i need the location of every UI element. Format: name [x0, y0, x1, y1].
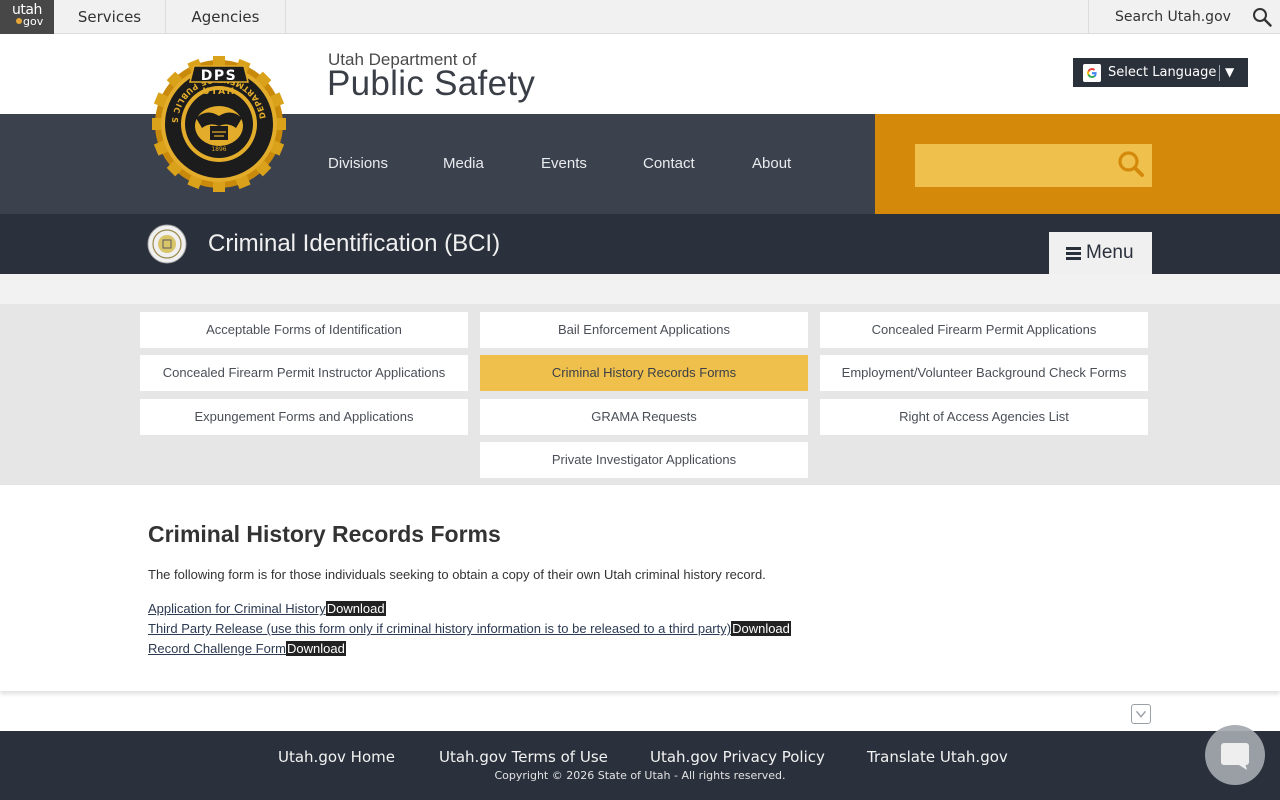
site-search-area — [875, 114, 1280, 214]
language-separator — [1219, 65, 1220, 81]
utah-gov-search-label: Search Utah.gov — [1115, 9, 1231, 25]
hamburger-icon — [1066, 247, 1081, 260]
grid-link-expungement[interactable]: Expungement Forms and Applications — [140, 399, 468, 435]
grid-link-grama[interactable]: GRAMA Requests — [480, 399, 808, 435]
download-label[interactable]: Download — [325, 601, 386, 616]
grid-link-right-of-access[interactable]: Right of Access Agencies List — [820, 399, 1148, 435]
google-icon — [1083, 64, 1101, 82]
agencies-link[interactable]: Agencies — [166, 0, 286, 34]
menu-label: Menu — [1086, 242, 1134, 263]
document-link[interactable]: Third Party Release (use this form only … — [148, 621, 731, 636]
gov-logo-text: gov — [16, 16, 43, 28]
utah-gov-topbar: utah gov Services Agencies Search Utah.g… — [0, 0, 1280, 34]
footer-link-translate[interactable]: Translate Utah.gov — [867, 748, 1008, 766]
seal-year-text: 1896 — [211, 146, 226, 153]
dropdown-arrow-icon: ▼ — [1225, 65, 1235, 79]
nav-contact[interactable]: Contact — [643, 114, 695, 214]
page-title: Criminal History Records Forms — [148, 521, 501, 547]
document-link[interactable]: Application for Criminal History — [148, 601, 326, 616]
chat-button[interactable] — [1205, 725, 1265, 785]
nav-events[interactable]: Events — [541, 114, 587, 214]
search-icon[interactable] — [1252, 7, 1272, 27]
grid-link-criminal-history-active[interactable]: Criminal History Records Forms — [480, 355, 808, 391]
section-spacer — [0, 274, 1280, 304]
chat-icon — [1221, 743, 1249, 770]
nav-media[interactable]: Media — [443, 114, 484, 214]
nav-divisions[interactable]: Divisions — [328, 114, 388, 214]
division-title[interactable]: Criminal Identification (BCI) — [208, 214, 500, 274]
select-language-label: Select Language — [1108, 65, 1217, 80]
grid-link-firearm-instructor[interactable]: Concealed Firearm Permit Instructor Appl… — [140, 355, 468, 391]
seal-utah-text: UTAH — [202, 87, 235, 97]
download-label[interactable]: Download — [731, 621, 791, 636]
grid-link-acceptable-forms[interactable]: Acceptable Forms of Identification — [140, 312, 468, 348]
grid-link-background-check[interactable]: Employment/Volunteer Background Check Fo… — [820, 355, 1148, 391]
services-link[interactable]: Services — [54, 0, 166, 34]
grid-link-concealed-firearm[interactable]: Concealed Firearm Permit Applications — [820, 312, 1148, 348]
footer-link-home[interactable]: Utah.gov Home — [278, 748, 395, 766]
main-content: Criminal History Records Forms The follo… — [0, 485, 1280, 691]
gov-logo-label: gov — [23, 15, 44, 28]
document-row: Application for Criminal HistoryDownload — [148, 599, 386, 618]
utah-gov-search[interactable]: Search Utah.gov — [1088, 0, 1280, 34]
seal-eagle-icon — [195, 106, 243, 146]
chevron-down-icon[interactable] — [1131, 704, 1151, 724]
search-icon[interactable] — [1117, 150, 1145, 178]
menu-button[interactable]: Menu — [1049, 232, 1152, 274]
department-name[interactable]: Public Safety — [327, 64, 535, 104]
dps-seal-logo[interactable]: DEPARTMENT OF PUBLIC SAFETY DPS UTAH 189… — [152, 52, 286, 196]
grid-link-private-investigator[interactable]: Private Investigator Applications — [480, 442, 808, 478]
document-link[interactable]: Record Challenge Form — [148, 641, 286, 656]
bci-badge-icon[interactable] — [147, 224, 187, 264]
seal-dps-text: DPS — [201, 68, 237, 84]
document-row: Third Party Release (use this form only … — [148, 619, 791, 638]
site-footer: Utah.gov Home Utah.gov Terms of Use Utah… — [0, 731, 1280, 800]
logo-dot-icon — [16, 18, 22, 24]
nav-about[interactable]: About — [752, 114, 791, 214]
utah-gov-logo[interactable]: utah gov — [0, 0, 54, 34]
document-row: Record Challenge FormDownload — [148, 639, 346, 658]
download-label[interactable]: Download — [286, 641, 346, 656]
copyright-text: Copyright © 2026 State of Utah - All rig… — [494, 769, 786, 782]
select-language-button[interactable]: Select Language ▼ — [1073, 58, 1248, 87]
intro-text: The following form is for those individu… — [148, 567, 766, 582]
grid-link-bail-enforcement[interactable]: Bail Enforcement Applications — [480, 312, 808, 348]
footer-link-terms[interactable]: Utah.gov Terms of Use — [439, 748, 608, 766]
bci-links-grid: Acceptable Forms of Identification Bail … — [0, 304, 1280, 485]
division-bar: Criminal Identification (BCI) Menu — [0, 214, 1280, 274]
footer-link-privacy[interactable]: Utah.gov Privacy Policy — [650, 748, 825, 766]
